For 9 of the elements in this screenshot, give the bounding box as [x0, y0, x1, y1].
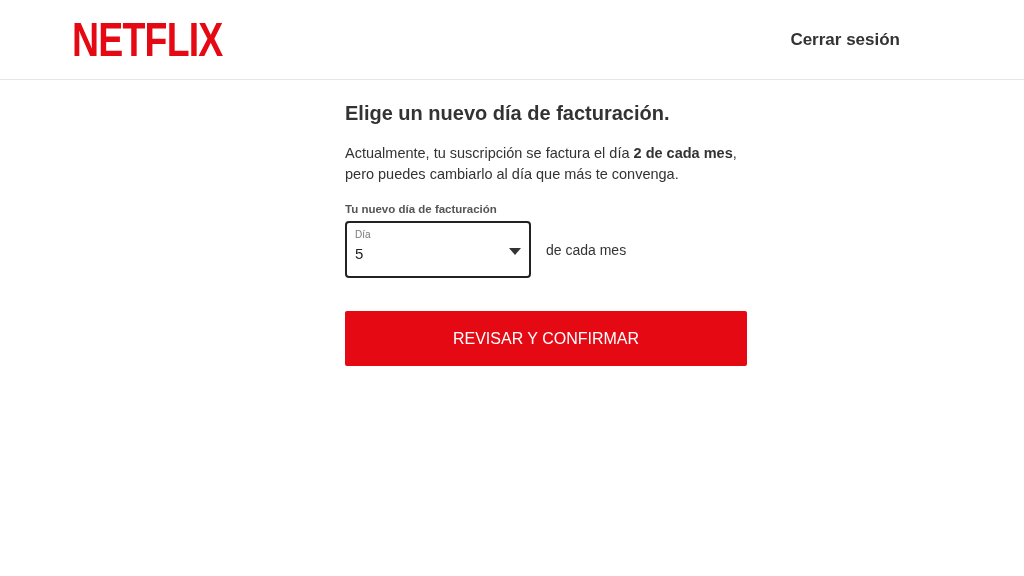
suffix-text: de cada mes	[546, 241, 627, 258]
page-heading: Elige un nuevo día de facturación.	[345, 102, 671, 125]
netflix-logo: NETFLIX	[72, 15, 223, 64]
sign-out-link[interactable]: Cerrar sesión	[790, 29, 900, 50]
day-dropdown[interactable]: Día 5	[345, 221, 531, 278]
caret-icon	[509, 248, 521, 255]
billing-description: Actualmente, tu suscripción se factura el día 2 de cada mes, pero puedes cambiarlo al día que más te convenga.	[345, 144, 738, 184]
confirm-button[interactable]: REVISAR Y CONFIRMAR	[345, 311, 747, 366]
field-label: Tu nuevo día de facturación	[345, 203, 498, 215]
